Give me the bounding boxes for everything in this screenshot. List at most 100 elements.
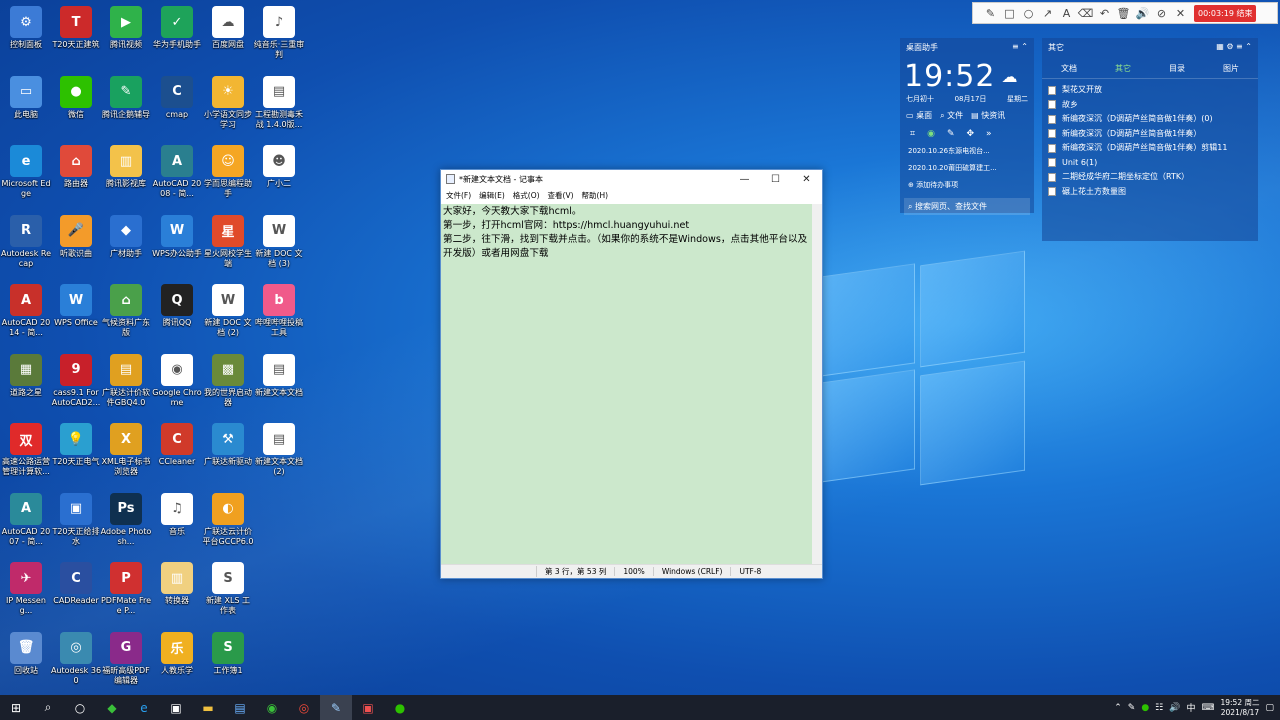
desktop-icon[interactable]: T T20天正建筑 xyxy=(50,6,102,50)
notepad-taskbar-icon[interactable]: ✎ xyxy=(320,695,352,720)
desktop-icon[interactable]: e Microsoft Edge xyxy=(0,145,52,199)
text-icon[interactable]: A xyxy=(1057,4,1076,22)
desktop-icon[interactable]: W WPS办公助手 xyxy=(151,214,203,259)
recent-file-item[interactable]: 新编夜深沉（D调葫芦丝简音做1伴奏） xyxy=(1048,127,1252,142)
recent-file-item[interactable]: 碾上花土方数量图 xyxy=(1048,185,1252,200)
undo-icon[interactable]: ↶ xyxy=(1095,4,1114,22)
desktop-icon[interactable]: ◐ 广联达云计价平台GCCP6.0 xyxy=(202,492,254,547)
desktop-icon[interactable]: C CADReader xyxy=(50,562,102,606)
start-button[interactable]: ⊞ xyxy=(0,695,32,720)
keyboard-icon[interactable]: ⌨ xyxy=(1201,703,1214,713)
desktop-icon[interactable]: A AutoCAD 2007 - 简... xyxy=(0,492,52,547)
crop-icon[interactable]: ⌗ xyxy=(910,129,915,139)
wechat-tray-icon[interactable]: ● xyxy=(1141,703,1149,713)
todo-item[interactable]: 2020.10.26东源电视台... xyxy=(900,143,1034,160)
pen-icon[interactable]: ✎ xyxy=(1128,703,1136,713)
menu-item[interactable]: 格式(O) xyxy=(513,190,540,201)
edge-icon[interactable]: e xyxy=(128,695,160,720)
desktop-icon[interactable]: b 哔哩哔哩投稿工具 xyxy=(253,284,305,338)
desktop-icon[interactable]: Ps Adobe Photosh... xyxy=(100,492,152,547)
desktop-icon[interactable]: ☀ 小学语文同步学习 xyxy=(202,75,254,130)
cad-icon[interactable]: ▤ xyxy=(224,695,256,720)
others-tab[interactable]: 其它 xyxy=(1115,63,1131,74)
desktop-icon[interactable]: ⚙ 控制面板 xyxy=(0,6,52,50)
recent-file-item[interactable]: 新编夜深沉（D调葫芦丝简音做1伴奏）(0) xyxy=(1048,112,1252,127)
desktop-icon[interactable]: ▥ 转换器 xyxy=(151,562,203,606)
desktop-icon[interactable]: A AutoCAD 2008 - 简... xyxy=(151,145,203,199)
task-view-icon[interactable]: ○ xyxy=(64,695,96,720)
desktop-button[interactable]: ▭ 桌面 xyxy=(906,110,932,121)
desktop-icon[interactable]: R Autodesk Recap xyxy=(0,214,52,269)
network-icon[interactable]: ☷ xyxy=(1155,703,1163,713)
desktop-icon[interactable]: A AutoCAD 2014 - 简... xyxy=(0,284,52,338)
desktop-icon[interactable]: ⌂ 气候资料广东版 xyxy=(100,284,152,338)
add-todo-button[interactable]: ⊕ 添加待办事项 xyxy=(900,177,1034,194)
desktop-icon[interactable]: ♪ 纯音乐·三重审判 xyxy=(253,6,305,60)
store-icon[interactable]: ▣ xyxy=(160,695,192,720)
edit-icon[interactable]: ✎ xyxy=(947,129,955,139)
desktop-icon[interactable]: W WPS Office xyxy=(50,284,102,328)
quick-news-button[interactable]: ▤ 快资讯 xyxy=(971,110,1005,121)
assistant-search-input[interactable]: ⌕ 搜索网页、查找文件 xyxy=(904,198,1030,215)
desktop-icon[interactable]: ▥ 腾讯影视库 xyxy=(100,145,152,189)
recent-file-item[interactable]: 二期经成华府二期坐标定位（RTK） xyxy=(1048,170,1252,185)
wechat-icon[interactable]: ● xyxy=(384,695,416,720)
desktop-icon[interactable]: W 新建 DOC 文档 (3) xyxy=(253,214,305,269)
desktop-icon[interactable]: ▤ 工程勘测毒禾战 1.4.0版... xyxy=(253,75,305,130)
minimize-button[interactable]: — xyxy=(729,174,760,185)
desktop-icon[interactable]: ☺ 学而思编程助手 xyxy=(202,145,254,199)
desktop-icon[interactable]: ⚒ 广联达新驱动 xyxy=(202,423,254,467)
others-tab[interactable]: 文档 xyxy=(1061,63,1077,74)
menu-item[interactable]: 帮助(H) xyxy=(582,190,609,201)
media-icon[interactable]: ◉ xyxy=(256,695,288,720)
menu-icon[interactable]: ≡ ⌃ xyxy=(1012,42,1028,53)
forward-icon[interactable]: » xyxy=(986,129,992,139)
ime-indicator[interactable]: 中 xyxy=(1186,701,1195,714)
desktop-icon[interactable]: ● 微信 xyxy=(50,75,102,120)
desktop-icon[interactable]: ▦ 道路之星 xyxy=(0,353,52,398)
recent-file-item[interactable]: 故乡 xyxy=(1048,98,1252,113)
desktop-icon[interactable]: ▶ 腾讯视频 xyxy=(100,6,152,50)
pen-icon[interactable]: ✎ xyxy=(981,4,1000,22)
circle-icon[interactable]: ○ xyxy=(1019,4,1038,22)
volume-icon[interactable]: 🔊 xyxy=(1169,703,1180,713)
notification-icon[interactable]: ▢ xyxy=(1265,703,1274,713)
desktop-icon[interactable]: ♫ 音乐 xyxy=(151,492,203,537)
arrow-icon[interactable]: ↗ xyxy=(1038,4,1057,22)
desktop-icon[interactable]: ▩ 我的世界启动器 xyxy=(202,353,254,408)
todo-item[interactable]: 2020.10.20莆田硫算建工... xyxy=(900,160,1034,177)
desktop-icon[interactable]: ◉ Google Chrome xyxy=(151,353,203,408)
desktop-icon[interactable]: ▣ T20天正给排水 xyxy=(50,492,102,547)
taskbar-clock[interactable]: 19:52 周二 2021/8/17 xyxy=(1220,698,1259,718)
app-green-icon[interactable]: ◆ xyxy=(96,695,128,720)
rectangle-icon[interactable]: □ xyxy=(1000,4,1019,22)
desktop-icon[interactable]: S 工作簿1 xyxy=(202,631,254,676)
vertical-scrollbar[interactable] xyxy=(812,204,822,566)
desktop-icon[interactable]: 🎤 听歌识曲 xyxy=(50,214,102,259)
menu-item[interactable]: 编辑(E) xyxy=(479,190,505,201)
mute-icon[interactable]: ⊘ xyxy=(1152,4,1171,22)
desktop-icon[interactable]: 💡 T20天正电气 xyxy=(50,423,102,467)
desktop-icon[interactable]: Q 腾讯QQ xyxy=(151,284,203,328)
text-editor-area[interactable]: 大家好，今天教大家下载hcml。 第一步，打开hcml官网：https://hm… xyxy=(441,204,812,566)
others-tab[interactable]: 目录 xyxy=(1169,63,1185,74)
recorder-icon[interactable]: ▣ xyxy=(352,695,384,720)
others-tab[interactable]: 图片 xyxy=(1223,63,1239,74)
desktop-icon[interactable]: ⌂ 路由器 xyxy=(50,145,102,189)
eye-icon[interactable]: ◉ xyxy=(927,129,935,139)
desktop-icon[interactable]: C CCleaner xyxy=(151,423,203,467)
close-button[interactable]: ✕ xyxy=(791,174,822,185)
recent-file-item[interactable]: Unit 6(1) xyxy=(1048,156,1252,171)
desktop-icon[interactable]: P PDFMate Free P... xyxy=(100,562,152,616)
desktop-icon[interactable]: ◆ 广材助手 xyxy=(100,214,152,259)
maximize-button[interactable]: ☐ xyxy=(760,174,791,185)
recent-file-item[interactable]: 新编夜深沉（D调葫芦丝简音做1伴奏）剪辑11 xyxy=(1048,141,1252,156)
desktop-icon[interactable]: G 福昕高级PDF编辑器 xyxy=(100,631,152,686)
desktop-icon[interactable]: ◎ Autodesk 360 xyxy=(50,631,102,686)
recording-timer-button[interactable]: 00:03:19 结束 xyxy=(1194,4,1257,22)
widget-controls-icon[interactable]: ▦ ⚙ ≡ ⌃ xyxy=(1216,42,1252,53)
desktop-icon[interactable]: ☁ 百度网盘 xyxy=(202,6,254,50)
desktop-icon[interactable]: 9 cass9.1 For AutoCAD2... xyxy=(50,353,102,408)
desktop-icon[interactable]: ▤ 广联达计价软件GBQ4.0 xyxy=(100,353,152,408)
desktop-icon[interactable]: 星星火网校学生端 xyxy=(202,214,254,269)
